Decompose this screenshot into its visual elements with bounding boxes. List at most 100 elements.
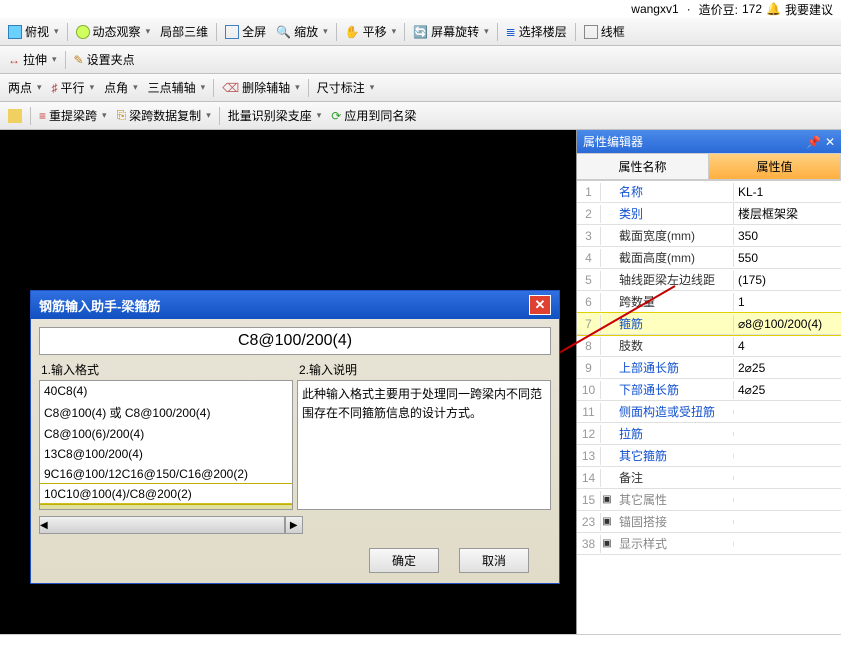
property-row[interactable]: 2类别楼层框架梁 xyxy=(577,203,841,225)
threeaux-dropdown[interactable]: 三点辅轴 xyxy=(144,77,210,98)
expand-icon[interactable]: ▣ xyxy=(601,516,613,527)
expand-icon[interactable]: ▣ xyxy=(601,538,613,549)
twopts-dropdown[interactable]: 两点 xyxy=(4,77,46,98)
property-row[interactable]: 8肢数4 xyxy=(577,335,841,357)
property-name[interactable]: 截面高度(mm) xyxy=(613,247,733,268)
property-value[interactable]: 2⌀25 xyxy=(733,359,841,377)
applysame-button[interactable]: ⟳应用到同名梁 xyxy=(327,105,420,126)
ok-button[interactable]: 确定 xyxy=(369,548,439,573)
wireframe-button[interactable]: 线框 xyxy=(580,21,629,42)
rotate-dropdown[interactable]: 🔄屏幕旋转 xyxy=(409,21,493,42)
format-list[interactable]: 40C8(4)C8@100(4) 或 C8@100/200(4)C8@100(6… xyxy=(39,380,293,510)
format-list-item[interactable]: 9C16@100/12C16@150/C16@200(2) xyxy=(40,464,292,484)
property-value[interactable]: 1 xyxy=(733,293,841,311)
property-name[interactable]: 名称 xyxy=(613,181,733,202)
delaux-dropdown[interactable]: ⌫删除辅轴 xyxy=(218,77,304,98)
property-row[interactable]: 10下部通长筋4⌀25 xyxy=(577,379,841,401)
property-row[interactable]: 4截面高度(mm)550 xyxy=(577,247,841,269)
property-row[interactable]: 11 侧面构造或受扭筋 xyxy=(577,401,841,423)
property-value[interactable] xyxy=(733,454,841,458)
row-index: 13 xyxy=(577,447,601,465)
stretch-dropdown[interactable]: ↔拉伸 xyxy=(4,49,61,70)
panel-close-icon[interactable]: ✕ xyxy=(825,135,835,149)
format-list-item[interactable]: 13C8@100/200(4) xyxy=(40,444,292,464)
row-index: 1 xyxy=(577,183,601,201)
property-name[interactable]: 备注 xyxy=(613,467,733,488)
property-value[interactable]: 4 xyxy=(733,337,841,355)
property-group-row[interactable]: 38▣显示样式 xyxy=(577,533,841,555)
property-value[interactable]: 350 xyxy=(733,227,841,245)
unknown-icon-button[interactable] xyxy=(4,107,26,125)
format-list-item[interactable]: C10@100(2)[2500];C12@100(2)[2500] xyxy=(40,504,292,510)
desc-label: 2.输入说明 xyxy=(297,361,551,378)
format-list-item[interactable]: C8@100(6)/200(4) xyxy=(40,424,292,444)
property-row[interactable]: 1 名称KL-1 xyxy=(577,181,841,203)
suggest-link[interactable]: 我要建议 xyxy=(785,1,833,18)
cancel-button[interactable]: 取消 xyxy=(459,548,529,573)
property-name[interactable]: 侧面构造或受扭筋 xyxy=(613,401,733,422)
format-list-item[interactable]: 10C10@100(4)/C8@200(2) xyxy=(40,484,292,504)
property-name[interactable]: 截面宽度(mm) xyxy=(613,225,733,246)
format-list-item[interactable]: C8@100(4) 或 C8@100/200(4) xyxy=(40,401,292,424)
horizontal-scrollbar[interactable]: ◀ ▶ xyxy=(39,516,551,534)
property-value[interactable] xyxy=(733,432,841,436)
property-row[interactable]: 9上部通长筋2⌀25 xyxy=(577,357,841,379)
respan-dropdown[interactable]: ≡重提梁跨 xyxy=(35,105,111,126)
property-name[interactable]: 类别 xyxy=(613,203,733,224)
property-value[interactable]: 4⌀25 xyxy=(733,381,841,399)
selectfloor-button[interactable]: ≣选择楼层 xyxy=(502,21,571,42)
property-name[interactable]: 肢数 xyxy=(613,335,733,356)
fullscreen-button[interactable]: 全屏 xyxy=(221,21,270,42)
property-value[interactable]: (175) xyxy=(733,271,841,289)
parallel-dropdown[interactable]: ♯平行 xyxy=(48,77,99,98)
setgrip-button[interactable]: ✎设置夹点 xyxy=(70,49,139,70)
property-value[interactable]: 550 xyxy=(733,249,841,267)
property-value[interactable] xyxy=(733,410,841,414)
current-value-display[interactable]: C8@100/200(4) xyxy=(39,327,551,355)
format-list-item[interactable]: 40C8(4) xyxy=(40,381,292,401)
scroll-right-icon[interactable]: ▶ xyxy=(285,516,303,534)
property-row[interactable]: 3截面宽度(mm)350 xyxy=(577,225,841,247)
expand-icon[interactable]: ▣ xyxy=(601,494,613,505)
status-bar xyxy=(0,634,841,662)
panel-pin-icon[interactable]: 📌 xyxy=(806,135,821,149)
local3d-button[interactable]: 局部三维 xyxy=(156,21,212,42)
dim-dropdown[interactable]: 尺寸标注 xyxy=(313,77,379,98)
batchsupport-dropdown[interactable]: 批量识别梁支座 xyxy=(224,105,326,126)
property-name[interactable]: 拉筋 xyxy=(613,423,733,444)
observe-dropdown[interactable]: 动态观察 xyxy=(72,21,155,42)
property-editor-panel: 属性编辑器 📌✕ 属性名称 属性值 1名称KL-12类别楼层框架梁3截面宽度(m… xyxy=(576,130,841,634)
pan-dropdown[interactable]: ✋平移 xyxy=(341,21,401,42)
property-row[interactable]: 13 其它箍筋 xyxy=(577,445,841,467)
col-header-value: 属性值 xyxy=(709,153,841,180)
eraser-icon: ⌫ xyxy=(222,81,239,95)
property-row[interactable]: 6跨数量1 xyxy=(577,291,841,313)
ptangle-dropdown[interactable]: 点角 xyxy=(100,77,142,98)
row-index: 6 xyxy=(577,293,601,311)
property-name[interactable]: 下部通长筋 xyxy=(613,379,733,400)
property-value[interactable]: 楼层框架梁 xyxy=(733,203,841,224)
credits-label: 造价豆: xyxy=(699,1,738,18)
magnify-icon: 🔍 xyxy=(276,25,291,39)
row-index: 11 xyxy=(577,403,601,421)
zoom-dropdown[interactable]: 🔍缩放 xyxy=(272,21,332,42)
close-icon[interactable]: ✕ xyxy=(529,295,551,315)
bell-icon[interactable]: 🔔 xyxy=(766,2,781,16)
copyspan-dropdown[interactable]: ⎘梁跨数据复制 xyxy=(113,105,215,126)
property-name[interactable]: 上部通长筋 xyxy=(613,357,733,378)
property-row[interactable]: 7箍筋⌀8@100/200(4) xyxy=(577,313,841,335)
perspective-dropdown[interactable]: 俯视 xyxy=(4,21,63,42)
format-label: 1.输入格式 xyxy=(39,361,293,378)
property-value[interactable]: ⌀8@100/200(4) xyxy=(733,315,841,333)
property-name[interactable]: 其它箍筋 xyxy=(613,445,733,466)
property-group-row[interactable]: 23▣锚固搭接 xyxy=(577,511,841,533)
property-group-name: 显示样式 xyxy=(613,533,733,554)
property-name[interactable]: 箍筋 xyxy=(613,313,733,334)
property-value[interactable] xyxy=(733,476,841,480)
property-row[interactable]: 14备注 xyxy=(577,467,841,489)
property-group-row[interactable]: 15▣其它属性 xyxy=(577,489,841,511)
property-row[interactable]: 5轴线距梁左边线距(175) xyxy=(577,269,841,291)
property-row[interactable]: 12拉筋 xyxy=(577,423,841,445)
scroll-left-icon[interactable]: ◀ xyxy=(39,516,285,534)
property-value[interactable]: KL-1 xyxy=(733,183,841,201)
